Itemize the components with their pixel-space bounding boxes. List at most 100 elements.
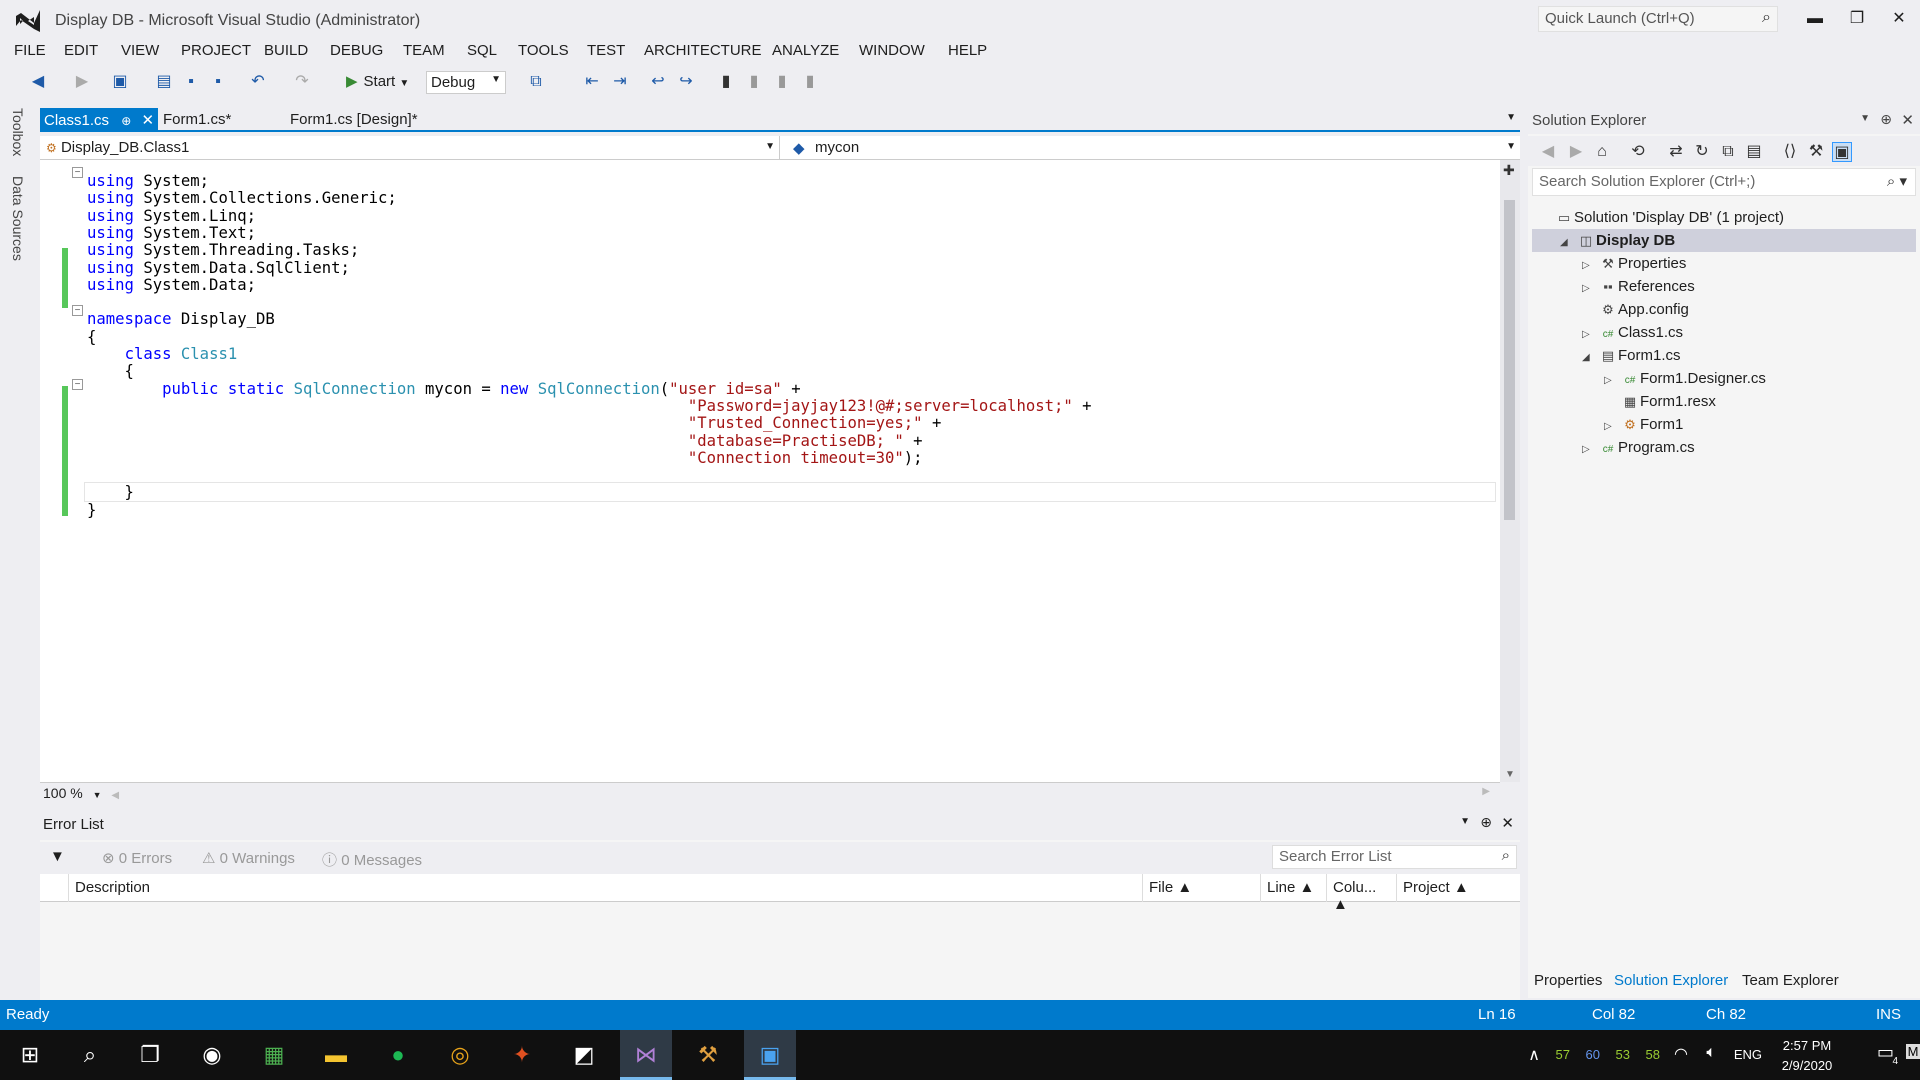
attach-icon[interactable]: ⧉ bbox=[526, 72, 546, 92]
tab-class1-cs[interactable]: Class1.cs ⊕ ✕ bbox=[40, 108, 158, 132]
toolbox-tab[interactable]: Toolbox bbox=[10, 108, 26, 156]
menu-tools[interactable]: TOOLS bbox=[518, 42, 569, 59]
wifi-icon[interactable]: ◠ bbox=[1674, 1044, 1688, 1064]
zoom-select[interactable]: 100 % bbox=[43, 785, 83, 801]
collapse-toggle[interactable]: − bbox=[72, 379, 83, 390]
uncomment-icon[interactable]: ↪ bbox=[676, 72, 696, 92]
expand-arrow-icon[interactable]: ▷ bbox=[1582, 277, 1598, 300]
tree-node[interactable]: ▷ ⚒ Properties bbox=[1528, 252, 1908, 275]
properties-icon[interactable]: ⚒ bbox=[1806, 142, 1826, 162]
forward-icon[interactable]: ▶ bbox=[1566, 142, 1586, 162]
format-icon[interactable]: ⇥ bbox=[610, 72, 630, 92]
forward-icon[interactable]: ▶ bbox=[72, 72, 92, 92]
tree-node[interactable]: ▷ c# Class1.cs bbox=[1528, 321, 1908, 344]
menu-test[interactable]: TEST bbox=[587, 42, 625, 59]
minimize-button[interactable]: ▬ bbox=[1800, 6, 1830, 32]
game-launcher-icon[interactable]: ✦ bbox=[496, 1030, 548, 1080]
volume-icon[interactable]: 🔈︎ bbox=[1706, 1044, 1716, 1062]
warnings-toggle[interactable]: ⚠ 0 Warnings bbox=[202, 849, 295, 867]
column-description[interactable]: Description bbox=[68, 874, 1168, 902]
sql-tools-icon[interactable]: ⚒ bbox=[682, 1030, 734, 1080]
dropdown-icon[interactable]: ▼ bbox=[1460, 816, 1470, 827]
clear-bookmarks-icon[interactable]: ▮ bbox=[800, 72, 820, 92]
errors-toggle[interactable]: ⊗ 0 Errors bbox=[102, 849, 172, 867]
tab-form1-design[interactable]: Form1.cs [Design]* bbox=[286, 108, 422, 132]
tab-form1-cs[interactable]: Form1.cs* bbox=[159, 108, 235, 132]
save-icon[interactable]: ▪ bbox=[181, 72, 201, 92]
tab-solution-explorer[interactable]: Solution Explorer bbox=[1614, 972, 1728, 989]
quick-launch-input[interactable]: Quick Launch (Ctrl+Q) ⌕ bbox=[1538, 6, 1778, 32]
tree-node[interactable]: ▷ c# Program.cs bbox=[1528, 436, 1908, 459]
collapse-toggle[interactable]: − bbox=[72, 305, 83, 316]
close-panel-icon[interactable]: ✕ bbox=[1901, 111, 1914, 129]
scroll-left-icon[interactable]: ◀ bbox=[111, 790, 119, 801]
comment-icon[interactable]: ↩ bbox=[648, 72, 668, 92]
notifications-icon[interactable]: ▭ bbox=[1877, 1042, 1894, 1063]
sync-icon[interactable]: ⟲ bbox=[1628, 142, 1648, 162]
code-editor[interactable]: − − − using System; using System.Collecti… bbox=[40, 160, 1500, 782]
new-project-icon[interactable]: ▣ bbox=[110, 72, 130, 92]
back-icon[interactable]: ◀ bbox=[1538, 142, 1558, 162]
chrome-icon[interactable]: ◎ bbox=[434, 1030, 486, 1080]
tree-node[interactable]: ⚙ App.config bbox=[1528, 298, 1908, 321]
column-column[interactable]: Colu... ▲ bbox=[1326, 874, 1396, 913]
menu-build[interactable]: BUILD bbox=[264, 42, 308, 59]
tree-node[interactable]: ▷ ⚙ Form1 bbox=[1528, 413, 1908, 436]
column-line[interactable]: Line ▲ bbox=[1260, 874, 1326, 902]
display-db-app-icon[interactable]: ▣ bbox=[744, 1030, 796, 1080]
sticky-notes-icon[interactable]: ◩ bbox=[558, 1030, 610, 1080]
tab-team-explorer[interactable]: Team Explorer bbox=[1742, 972, 1839, 989]
pin-icon[interactable]: ⊕ bbox=[121, 114, 131, 128]
next-bookmark-icon[interactable]: ▮ bbox=[772, 72, 792, 92]
dropdown-icon[interactable]: ▼ bbox=[1860, 113, 1870, 124]
menu-analyze[interactable]: ANALYZE bbox=[772, 42, 839, 59]
close-button[interactable]: ✕ bbox=[1884, 6, 1914, 32]
expand-arrow-icon[interactable]: ◢ bbox=[1582, 346, 1598, 369]
scroll-thumb[interactable] bbox=[1504, 200, 1515, 520]
step-icon[interactable]: ⇤ bbox=[582, 72, 602, 92]
menu-edit[interactable]: EDIT bbox=[64, 42, 98, 59]
expand-arrow-icon[interactable]: ▷ bbox=[1582, 323, 1598, 346]
file-explorer-icon[interactable]: ▬ bbox=[310, 1030, 362, 1080]
member-dropdown[interactable]: ◆ mycon ▼ bbox=[785, 136, 1520, 160]
tab-overflow-icon[interactable]: ▼ bbox=[1506, 112, 1516, 123]
type-dropdown[interactable]: ⚙ Display_DB.Class1 ▼ bbox=[40, 136, 780, 160]
search-icon[interactable]: ⌕ bbox=[64, 1030, 116, 1080]
home-icon[interactable]: ⌂ bbox=[1592, 142, 1612, 162]
expand-arrow-icon[interactable]: ▷ bbox=[1582, 254, 1598, 277]
menu-architecture[interactable]: ARCHITECTURE bbox=[644, 42, 762, 59]
tree-node[interactable]: ▷ ▪▪ References bbox=[1528, 275, 1908, 298]
notepad-icon[interactable]: ▦ bbox=[248, 1030, 300, 1080]
language-indicator[interactable]: ENG bbox=[1734, 1047, 1762, 1062]
expand-arrow-icon[interactable]: ▷ bbox=[1582, 438, 1598, 461]
open-file-icon[interactable]: ▤ bbox=[154, 72, 174, 92]
visual-studio-taskbar-icon[interactable]: ⋈ bbox=[620, 1030, 672, 1080]
steam-icon[interactable]: ◉ bbox=[186, 1030, 238, 1080]
search-error-list-input[interactable]: Search Error List ⌕ bbox=[1272, 845, 1517, 869]
undo-icon[interactable]: ↶ bbox=[248, 72, 268, 92]
back-icon[interactable]: ◀ bbox=[28, 72, 48, 92]
solution-configuration-select[interactable]: Debug ▼ bbox=[426, 71, 506, 94]
chevron-up-icon[interactable]: ∧ bbox=[1528, 1045, 1540, 1065]
show-desktop-button[interactable]: M bbox=[1906, 1044, 1920, 1059]
scroll-right-icon[interactable]: ▶ bbox=[1482, 786, 1490, 797]
refresh-icon[interactable]: ↻ bbox=[1692, 142, 1712, 162]
pin-icon[interactable]: ⊕ bbox=[1480, 814, 1492, 831]
spotify-icon[interactable]: ● bbox=[372, 1030, 424, 1080]
menu-sql[interactable]: SQL bbox=[467, 42, 497, 59]
redo-icon[interactable]: ↷ bbox=[292, 72, 312, 92]
preview-icon[interactable]: ▣ bbox=[1832, 142, 1852, 162]
expand-arrow-icon[interactable]: ▷ bbox=[1604, 369, 1620, 392]
windows-start-icon[interactable]: ⊞ bbox=[4, 1030, 56, 1080]
task-view-icon[interactable]: ❐ bbox=[124, 1030, 176, 1080]
restore-button[interactable]: ❐ bbox=[1842, 6, 1872, 32]
menu-debug[interactable]: DEBUG bbox=[330, 42, 383, 59]
tree-node[interactable]: ▷ c# Form1.Designer.cs bbox=[1528, 367, 1908, 390]
column-file[interactable]: File ▲ bbox=[1142, 874, 1260, 902]
menu-help[interactable]: HELP bbox=[948, 42, 987, 59]
tab-properties[interactable]: Properties bbox=[1534, 972, 1602, 989]
close-panel-icon[interactable]: ✕ bbox=[1501, 814, 1514, 832]
data-sources-tab[interactable]: Data Sources bbox=[10, 176, 26, 261]
chevron-down-icon[interactable]: ▼ bbox=[93, 790, 102, 800]
menu-view[interactable]: VIEW bbox=[121, 42, 159, 59]
